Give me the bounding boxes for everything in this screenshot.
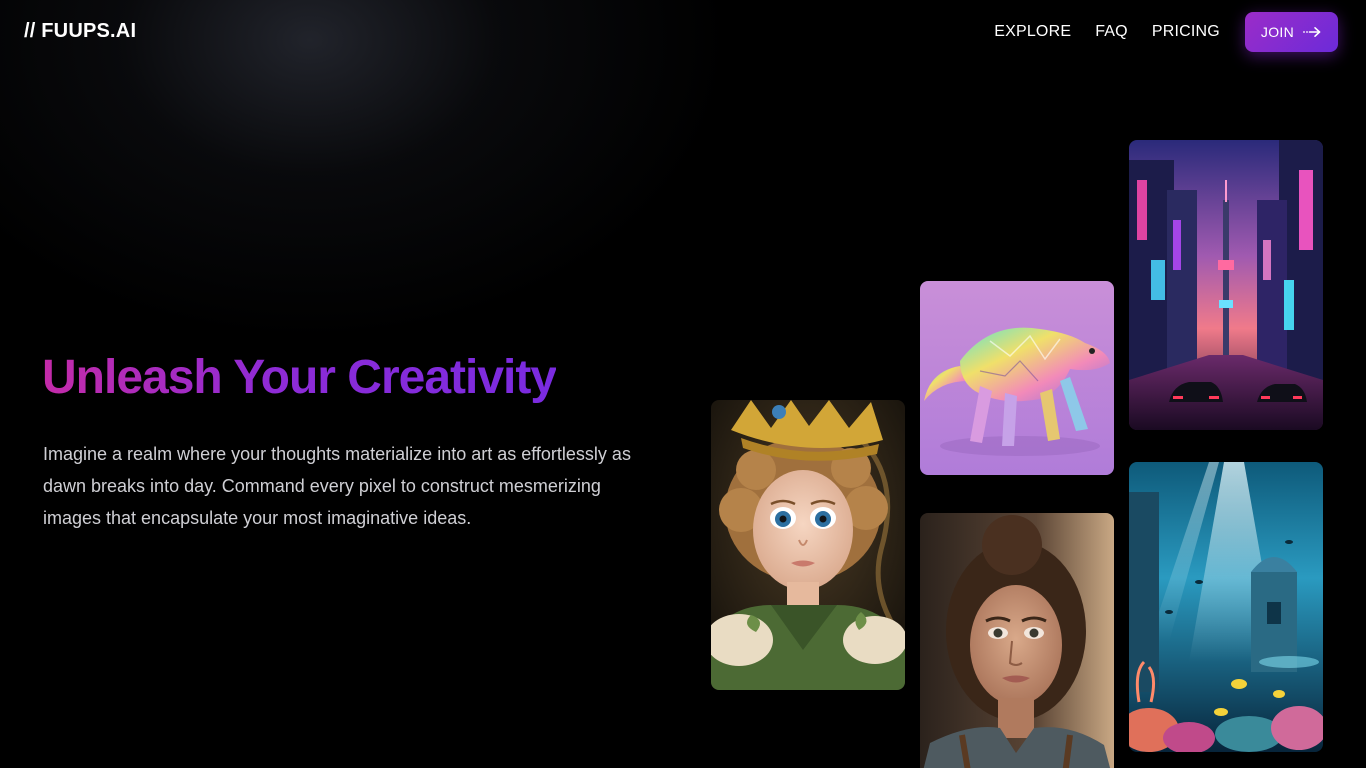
join-button[interactable]: JOIN: [1244, 12, 1338, 52]
nav-pricing[interactable]: PRICING: [1152, 23, 1220, 41]
nav-faq[interactable]: FAQ: [1095, 23, 1128, 41]
elf-prince-image[interactable]: [711, 400, 905, 690]
crystal-dinosaur-image[interactable]: [920, 281, 1114, 475]
landing-page: // FUUPS.AI EXPLORE FAQ PRICING JOIN Unl…: [0, 0, 1366, 768]
neon-city-image[interactable]: [1129, 140, 1323, 430]
underwater-ruins-image[interactable]: [1129, 462, 1323, 752]
arrow-right-icon: [1302, 26, 1322, 38]
main-nav: EXPLORE FAQ PRICING JOIN: [994, 12, 1338, 52]
hero-title: Unleash Your Creativity: [42, 351, 557, 404]
hero-description: Imagine a realm where your thoughts mate…: [43, 444, 631, 528]
nav-explore[interactable]: EXPLORE: [994, 23, 1071, 41]
woman-portrait-image[interactable]: [920, 513, 1114, 768]
logo[interactable]: // FUUPS.AI: [24, 20, 136, 43]
join-button-label: JOIN: [1260, 24, 1294, 40]
